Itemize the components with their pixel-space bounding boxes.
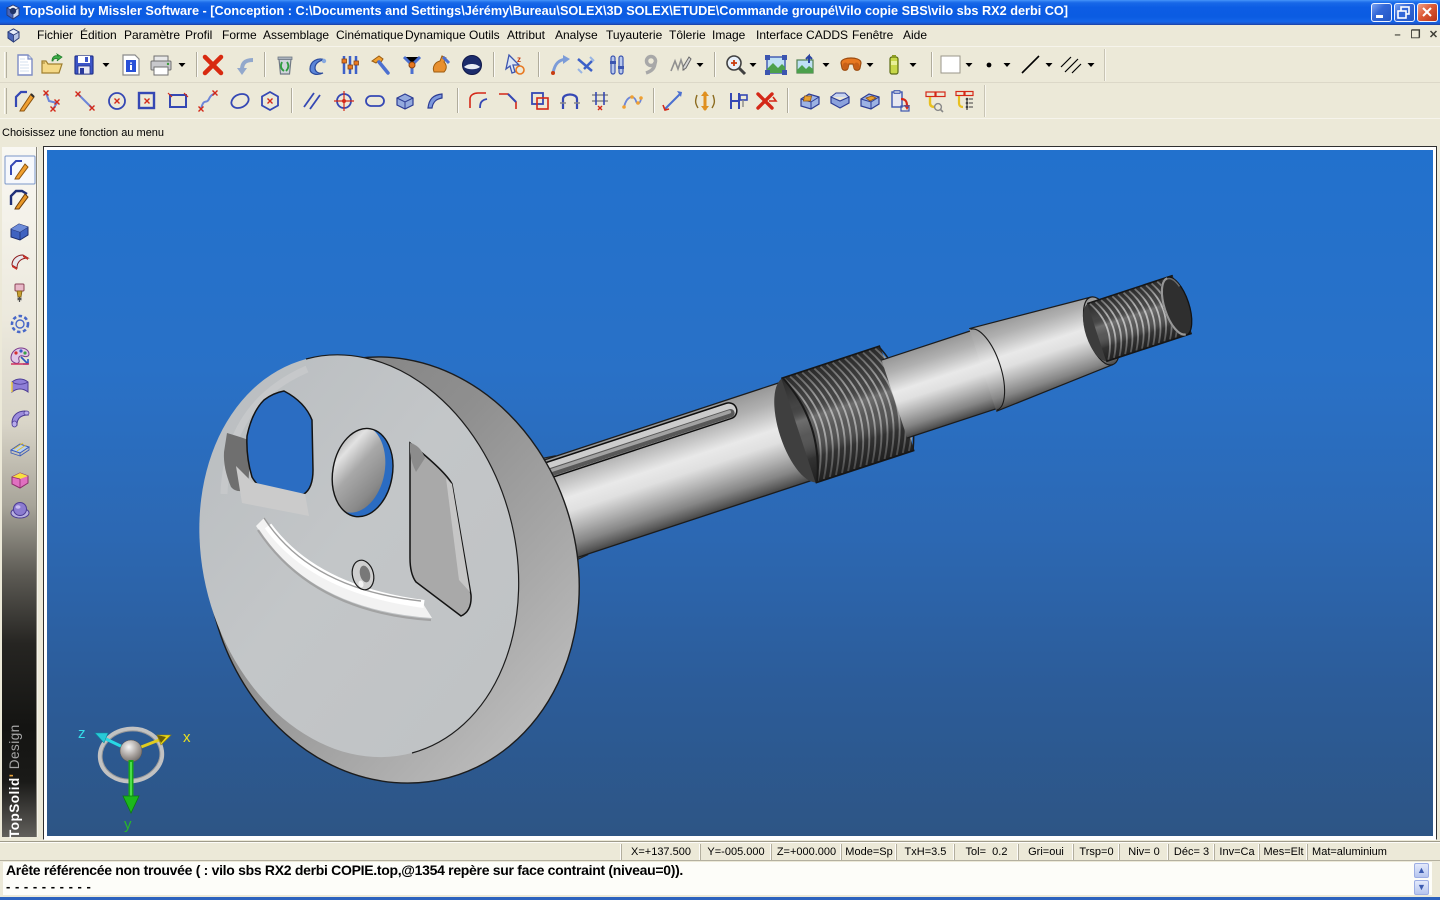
svg-text:x: x (183, 729, 191, 746)
svg-text:z: z (78, 725, 86, 742)
svg-text:z: z (517, 55, 521, 64)
svg-text:y: y (124, 816, 132, 833)
